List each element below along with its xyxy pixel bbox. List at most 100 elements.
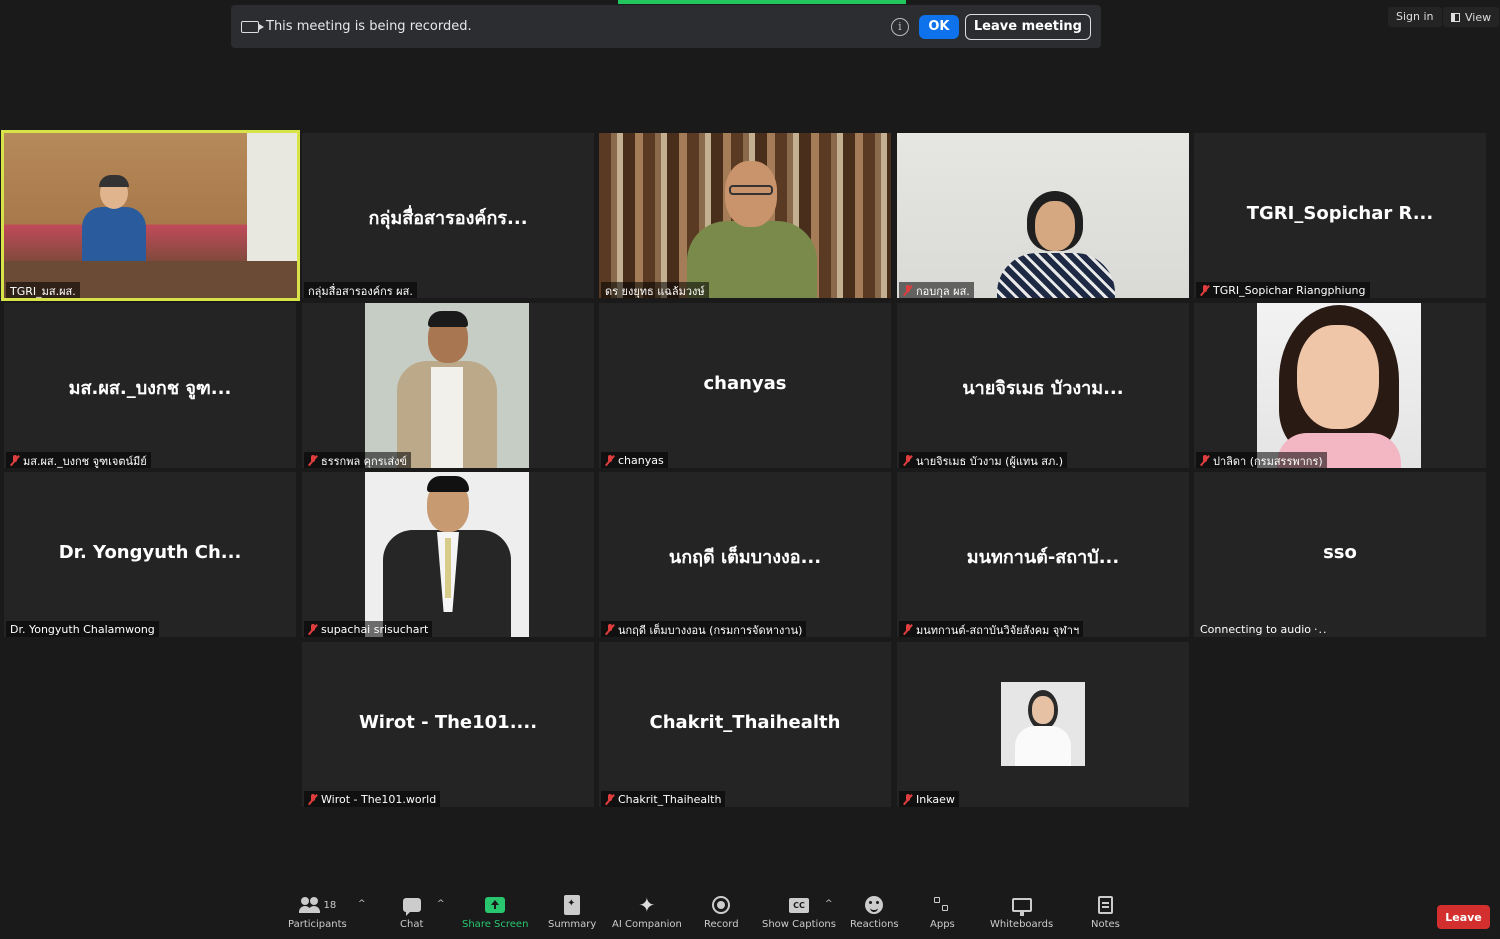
whiteboard-icon xyxy=(1011,898,1032,916)
captions-caret-icon[interactable]: ^ xyxy=(825,899,833,909)
chat-caret-icon[interactable]: ^ xyxy=(437,899,445,909)
video-tile-kobkul[interactable]: กอบกุล ผส. xyxy=(897,133,1189,298)
participant-name-label: chanyas xyxy=(601,452,668,468)
video-tile-dr-yongyuth[interactable]: Dr. Yongyuth Ch... Dr. Yongyuth Chalamwo… xyxy=(4,472,296,637)
video-tile-chakrit[interactable]: Chakrit_Thaihealth Chakrit_Thaihealth xyxy=(599,642,891,807)
participants-caret-icon[interactable]: ^ xyxy=(358,899,366,909)
video-tile-sso[interactable]: sso Connecting to audio ·.. xyxy=(1194,472,1486,637)
participant-video xyxy=(4,133,297,298)
leave-meeting-button[interactable]: Leave meeting xyxy=(964,13,1091,40)
participants-label: Participants xyxy=(288,919,347,930)
reactions-label: Reactions xyxy=(850,919,899,930)
muted-mic-icon xyxy=(1200,285,1210,296)
video-tile-nokrudee[interactable]: นกฤดี เต็มบางงอ... นกฤดี เต็มบางงอน (กรม… xyxy=(599,472,891,637)
muted-mic-icon xyxy=(308,624,318,635)
summary-icon xyxy=(564,895,581,915)
sign-in-button[interactable]: Sign in xyxy=(1388,7,1442,27)
whiteboards-button[interactable]: Whiteboards xyxy=(990,895,1053,930)
share-screen-label: Share Screen xyxy=(462,919,529,930)
muted-mic-icon xyxy=(903,624,913,635)
participant-display-name: Dr. Yongyuth Ch... xyxy=(58,542,242,563)
participant-display-name: Chakrit_Thaihealth xyxy=(649,712,841,733)
participant-video xyxy=(599,133,891,298)
ok-button[interactable]: OK xyxy=(918,14,959,39)
participant-profile-photo xyxy=(1001,682,1085,766)
record-button[interactable]: Record xyxy=(704,895,739,930)
muted-mic-icon xyxy=(903,455,913,466)
video-tile-monthakan[interactable]: มนทกานต์-สถาบั... มนทกานต์-สถาบันวิจัยสั… xyxy=(897,472,1189,637)
reactions-button[interactable]: Reactions xyxy=(850,895,899,930)
participant-display-name: มนทกานต์-สถาบั... xyxy=(966,547,1120,568)
participant-name-label: TGRI_Sopichar Riangphiung xyxy=(1196,282,1370,298)
participant-name-label: Connecting to audio ·.. xyxy=(1200,623,1328,636)
video-tile-dr-yongyuth-th[interactable]: ดร ยงยุทธ แฉล้มวงษ์ xyxy=(599,133,891,298)
muted-mic-icon xyxy=(605,455,615,466)
video-tile-jiramet[interactable]: นายจิรเมธ บัวงาม... นายจิรเมธ บัวงาม (ผู… xyxy=(897,303,1189,468)
record-icon xyxy=(712,896,731,914)
participant-display-name: TGRI_Sopichar R... xyxy=(1246,203,1434,224)
view-grid-icon xyxy=(1451,12,1460,22)
reactions-smiley-icon xyxy=(865,896,884,914)
summary-button[interactable]: Summary xyxy=(548,895,596,930)
video-tile-communications-group[interactable]: กลุ่มสื่อสารองค์กร... กลุ่มสื่อสารองค์กร… xyxy=(302,133,594,298)
leave-button[interactable]: Leave xyxy=(1437,905,1490,929)
video-tile-palida[interactable]: ปาลิดา (กรมสรรพากร) xyxy=(1194,303,1486,468)
apps-button[interactable]: Apps xyxy=(930,895,955,930)
participants-icon xyxy=(298,897,321,913)
apps-label: Apps xyxy=(930,919,955,930)
summary-label: Summary xyxy=(548,919,597,930)
participant-name-label: Inkaew xyxy=(899,791,959,807)
participant-display-name: นกฤดี เต็มบางงอ... xyxy=(668,547,822,568)
recording-banner-text: This meeting is being recorded. xyxy=(266,19,472,34)
chat-button[interactable]: Chat xyxy=(400,895,423,930)
notes-button[interactable]: Notes xyxy=(1091,895,1120,930)
ai-companion-button[interactable]: ✦ AI Companion xyxy=(612,895,682,930)
muted-mic-icon xyxy=(10,455,20,466)
participant-display-name: กลุ่มสื่อสารองค์กร... xyxy=(368,208,528,229)
muted-mic-icon xyxy=(308,455,318,466)
participant-name-label: ปาลิดา (กรมสรรพากร) xyxy=(1196,452,1327,468)
muted-mic-icon xyxy=(1200,455,1210,466)
participant-display-name: chanyas xyxy=(703,373,787,394)
record-label: Record xyxy=(704,919,739,930)
participant-profile-photo xyxy=(1257,303,1421,468)
participant-name-label: TGRI_มส.ผส. xyxy=(6,282,80,298)
video-tile-wirot[interactable]: Wirot - The101.... Wirot - The101.world xyxy=(302,642,594,807)
muted-mic-icon xyxy=(605,624,615,635)
video-tile-supachai[interactable]: supachai srisuchart xyxy=(302,472,594,637)
participant-display-name: Wirot - The101.... xyxy=(358,712,538,733)
participant-name-label: Wirot - The101.world xyxy=(304,791,441,807)
video-tile-chanyas[interactable]: chanyas chanyas xyxy=(599,303,891,468)
participant-name-label: กอบกุล ผส. xyxy=(899,282,974,298)
notes-label: Notes xyxy=(1091,919,1120,930)
view-button[interactable]: View xyxy=(1443,7,1500,27)
muted-mic-icon xyxy=(903,285,913,296)
participant-display-name: มส.ผส._บงกช จูฑ... xyxy=(68,378,232,399)
video-tile-tgri-sopichar[interactable]: TGRI_Sopichar R... TGRI_Sopichar Riangph… xyxy=(1194,133,1486,298)
share-screen-button[interactable]: Share Screen xyxy=(462,895,528,930)
participants-count: 18 xyxy=(323,899,337,911)
video-tile-inkaew[interactable]: Inkaew xyxy=(897,642,1189,807)
recording-camera-icon xyxy=(241,20,264,33)
chat-label: Chat xyxy=(400,919,424,930)
meeting-toolbar: 18 Participants ^ Chat ^ Share Screen Su… xyxy=(0,891,1500,939)
participant-name-label: ธรรกพล คุกรเส่งข์ xyxy=(304,452,411,468)
participant-name-label: มนทกานต์-สถาบันวิจัยสังคม จุฬาฯ xyxy=(899,621,1084,637)
whiteboards-label: Whiteboards xyxy=(990,919,1054,930)
active-speaker-indicator-bar xyxy=(618,0,906,4)
video-tile-bongkot[interactable]: มส.ผส._บงกช จูฑ... มส.ผส._บงกช จูฑเจตน์ม… xyxy=(4,303,296,468)
video-tile-thanakorn[interactable]: ธรรกพล คุกรเส่งข์ xyxy=(302,303,594,468)
participant-name-label: มส.ผส._บงกช จูฑเจตน์มีย์ xyxy=(6,452,151,468)
participant-name-label: supachai srisuchart xyxy=(304,621,433,637)
participant-name-label: กลุ่มสื่อสารองค์กร ผส. xyxy=(304,282,417,298)
participant-name-label: นายจิรเมธ บัวงาม (ผู้แทน สภ.) xyxy=(899,452,1068,468)
participant-name-label: Chakrit_Thaihealth xyxy=(601,791,726,807)
closed-captions-icon: CC xyxy=(788,897,809,913)
participant-profile-photo xyxy=(365,472,529,637)
participant-display-name: sso xyxy=(1323,542,1357,563)
video-tile-tgri-mspos[interactable]: TGRI_มส.ผส. xyxy=(1,130,300,301)
notes-icon xyxy=(1097,896,1113,914)
participants-button[interactable]: 18 Participants xyxy=(288,895,347,930)
share-screen-icon xyxy=(485,897,506,913)
info-icon[interactable]: i xyxy=(890,17,909,36)
